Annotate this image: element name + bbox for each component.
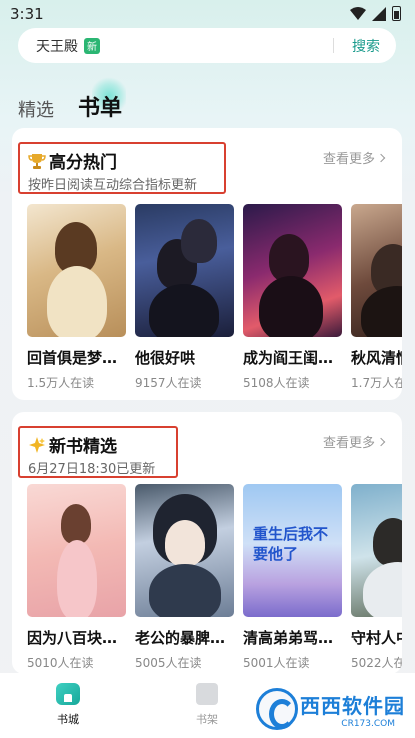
sparkle-icon [29, 436, 45, 453]
book-cover: 重生后我不要他了 [243, 484, 342, 617]
book-readers: 5005人在读 [135, 656, 202, 670]
search-bar[interactable]: 天王殿 新 搜索 [18, 28, 396, 63]
section-title: 新书精选 [49, 437, 117, 457]
nav-bookshelf-label: 书架 [196, 713, 218, 726]
tab-featured[interactable]: 精选 [18, 96, 54, 122]
search-divider [333, 38, 334, 53]
book-cover [243, 204, 342, 337]
signal-icon [372, 6, 386, 21]
status-icons [350, 6, 401, 21]
watermark: 西西软件园 CR173.COM [256, 688, 405, 730]
watermark-logo-icon [256, 688, 298, 730]
bookshelf-icon [196, 683, 218, 705]
view-more-label: 查看更多 [322, 436, 375, 451]
book-item[interactable]: 重生后我不要他了 清高弟弟骂… 5001人在读 [243, 484, 342, 671]
bookstore-icon [56, 683, 80, 705]
book-item[interactable]: 成为阎王闺… 5108人在读 [243, 204, 342, 391]
status-bar: 3:31 [0, 0, 415, 28]
book-title: 回首俱是梦… [27, 349, 118, 367]
book-row: 回首俱是梦… 1.5万人在读 他很好哄 9157人在读 成为阎王闺… 5108人… [27, 204, 402, 391]
book-readers: 5001人在读 [243, 656, 310, 670]
section-title-row: 高分热门 [28, 148, 117, 173]
book-title: 因为八百块… [27, 629, 118, 647]
section-hot-header: 高分热门 按昨日阅读互动综合指标更新 [18, 142, 226, 194]
section-title: 高分热门 [49, 153, 117, 173]
section-title-row: 新书精选 [28, 432, 117, 457]
search-button[interactable]: 搜索 [352, 36, 380, 56]
watermark-main: 西西软件园 [300, 693, 405, 718]
new-badge: 新 [84, 37, 100, 54]
book-cover [135, 204, 234, 337]
book-item[interactable]: 因为八百块… 5010人在读 [27, 484, 126, 671]
book-title: 守村人中 [351, 629, 402, 647]
book-row: 因为八百块… 5010人在读 老公的暴脾… 5005人在读 重生后我不要他了 清… [27, 484, 402, 671]
watermark-text: 西西软件园 CR173.COM [300, 690, 405, 729]
section-hot: 高分热门 按昨日阅读互动综合指标更新 查看更多 回首俱是梦… 1.5万人在读 他… [12, 128, 402, 400]
book-title: 清高弟弟骂… [243, 629, 334, 647]
view-more-link[interactable]: 查看更多 [322, 148, 386, 167]
book-item[interactable]: 老公的暴脾… 5005人在读 [135, 484, 234, 671]
book-readers: 1.5万人在读 [27, 376, 95, 390]
tab-booklist[interactable]: 书单 [78, 76, 126, 122]
book-title: 老公的暴脾… [135, 629, 226, 647]
watermark-sub: CR173.COM [341, 718, 395, 729]
book-cover [135, 484, 234, 617]
book-title: 成为阎王闺… [243, 349, 334, 367]
cover-title-text: 重生后我不要他了 [253, 525, 329, 563]
book-readers: 1.7万人在读 [351, 376, 402, 390]
section-new: 新书精选 6月27日18:30已更新 查看更多 因为八百块… 5010人在读 老… [12, 412, 402, 674]
section-new-header: 新书精选 6月27日18:30已更新 [18, 426, 178, 478]
tab-bar: 精选 书单 [18, 76, 146, 122]
view-more-link[interactable]: 查看更多 [322, 432, 386, 451]
nav-bookstore[interactable]: 书城 [56, 683, 80, 727]
tab-booklist-label: 书单 [78, 96, 123, 121]
book-readers: 5022人在读 [351, 656, 402, 670]
nav-bookstore-label: 书城 [57, 713, 79, 726]
battery-icon [392, 6, 401, 21]
status-time: 3:31 [10, 5, 44, 23]
book-readers: 5108人在读 [243, 376, 310, 390]
chevron-right-icon [376, 153, 386, 162]
section-subtitle: 按昨日阅读互动综合指标更新 [28, 178, 198, 193]
book-title: 秋风清情 [351, 349, 402, 367]
book-cover [27, 204, 126, 337]
book-title: 他很好哄 [135, 349, 196, 367]
book-cover [351, 204, 402, 337]
book-item[interactable]: 他很好哄 9157人在读 [135, 204, 234, 391]
trophy-icon [28, 153, 46, 169]
book-item[interactable]: 秋风清情 1.7万人在读 [351, 204, 402, 391]
section-subtitle: 6月27日18:30已更新 [28, 462, 156, 477]
nav-bookshelf[interactable]: 书架 [196, 683, 218, 727]
view-more-label: 查看更多 [322, 152, 375, 167]
book-cover [27, 484, 126, 617]
wifi-icon [350, 6, 366, 20]
book-readers: 5010人在读 [27, 656, 94, 670]
book-item[interactable]: 回首俱是梦… 1.5万人在读 [27, 204, 126, 391]
book-item[interactable]: 守村人中 5022人在读 [351, 484, 402, 671]
search-input[interactable]: 天王殿 [36, 36, 78, 56]
chevron-right-icon [376, 437, 386, 446]
book-cover [351, 484, 402, 617]
book-readers: 9157人在读 [135, 376, 202, 390]
